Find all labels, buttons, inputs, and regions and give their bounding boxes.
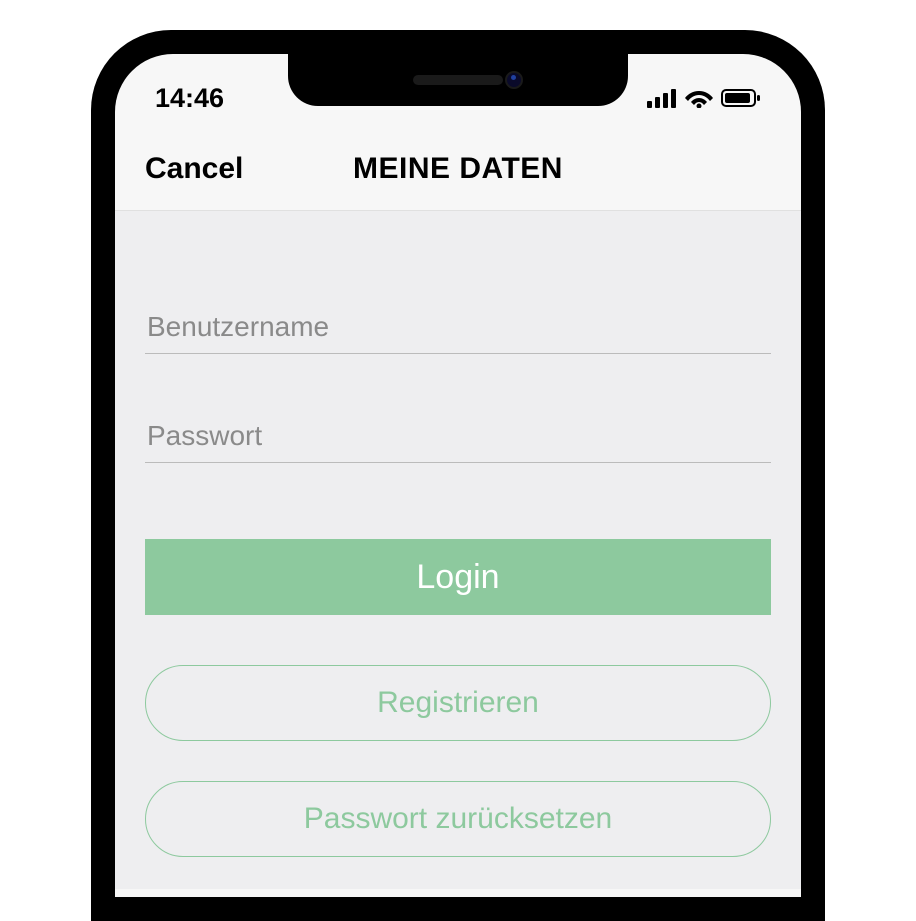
- register-button[interactable]: Registrieren: [145, 665, 771, 741]
- battery-icon: [721, 88, 761, 108]
- username-input[interactable]: [145, 301, 771, 354]
- status-time: 14:46: [155, 83, 224, 114]
- login-form: Login Registrieren Passwort zurücksetzen: [115, 211, 801, 889]
- cancel-button[interactable]: Cancel: [145, 152, 243, 186]
- front-camera: [505, 71, 523, 89]
- navigation-bar: Cancel MEINE DATEN: [115, 124, 801, 211]
- phone-notch: [288, 54, 628, 106]
- login-button[interactable]: Login: [145, 539, 771, 615]
- password-input[interactable]: [145, 410, 771, 463]
- phone-screen: 14:46: [115, 54, 801, 897]
- page-title: MEINE DATEN: [353, 152, 563, 186]
- reset-password-button[interactable]: Passwort zurücksetzen: [145, 781, 771, 857]
- phone-frame: 14:46: [91, 30, 825, 921]
- wifi-icon: [685, 88, 713, 108]
- speaker-grill: [413, 75, 503, 85]
- cellular-signal-icon: [647, 88, 677, 108]
- status-icons: [647, 88, 761, 108]
